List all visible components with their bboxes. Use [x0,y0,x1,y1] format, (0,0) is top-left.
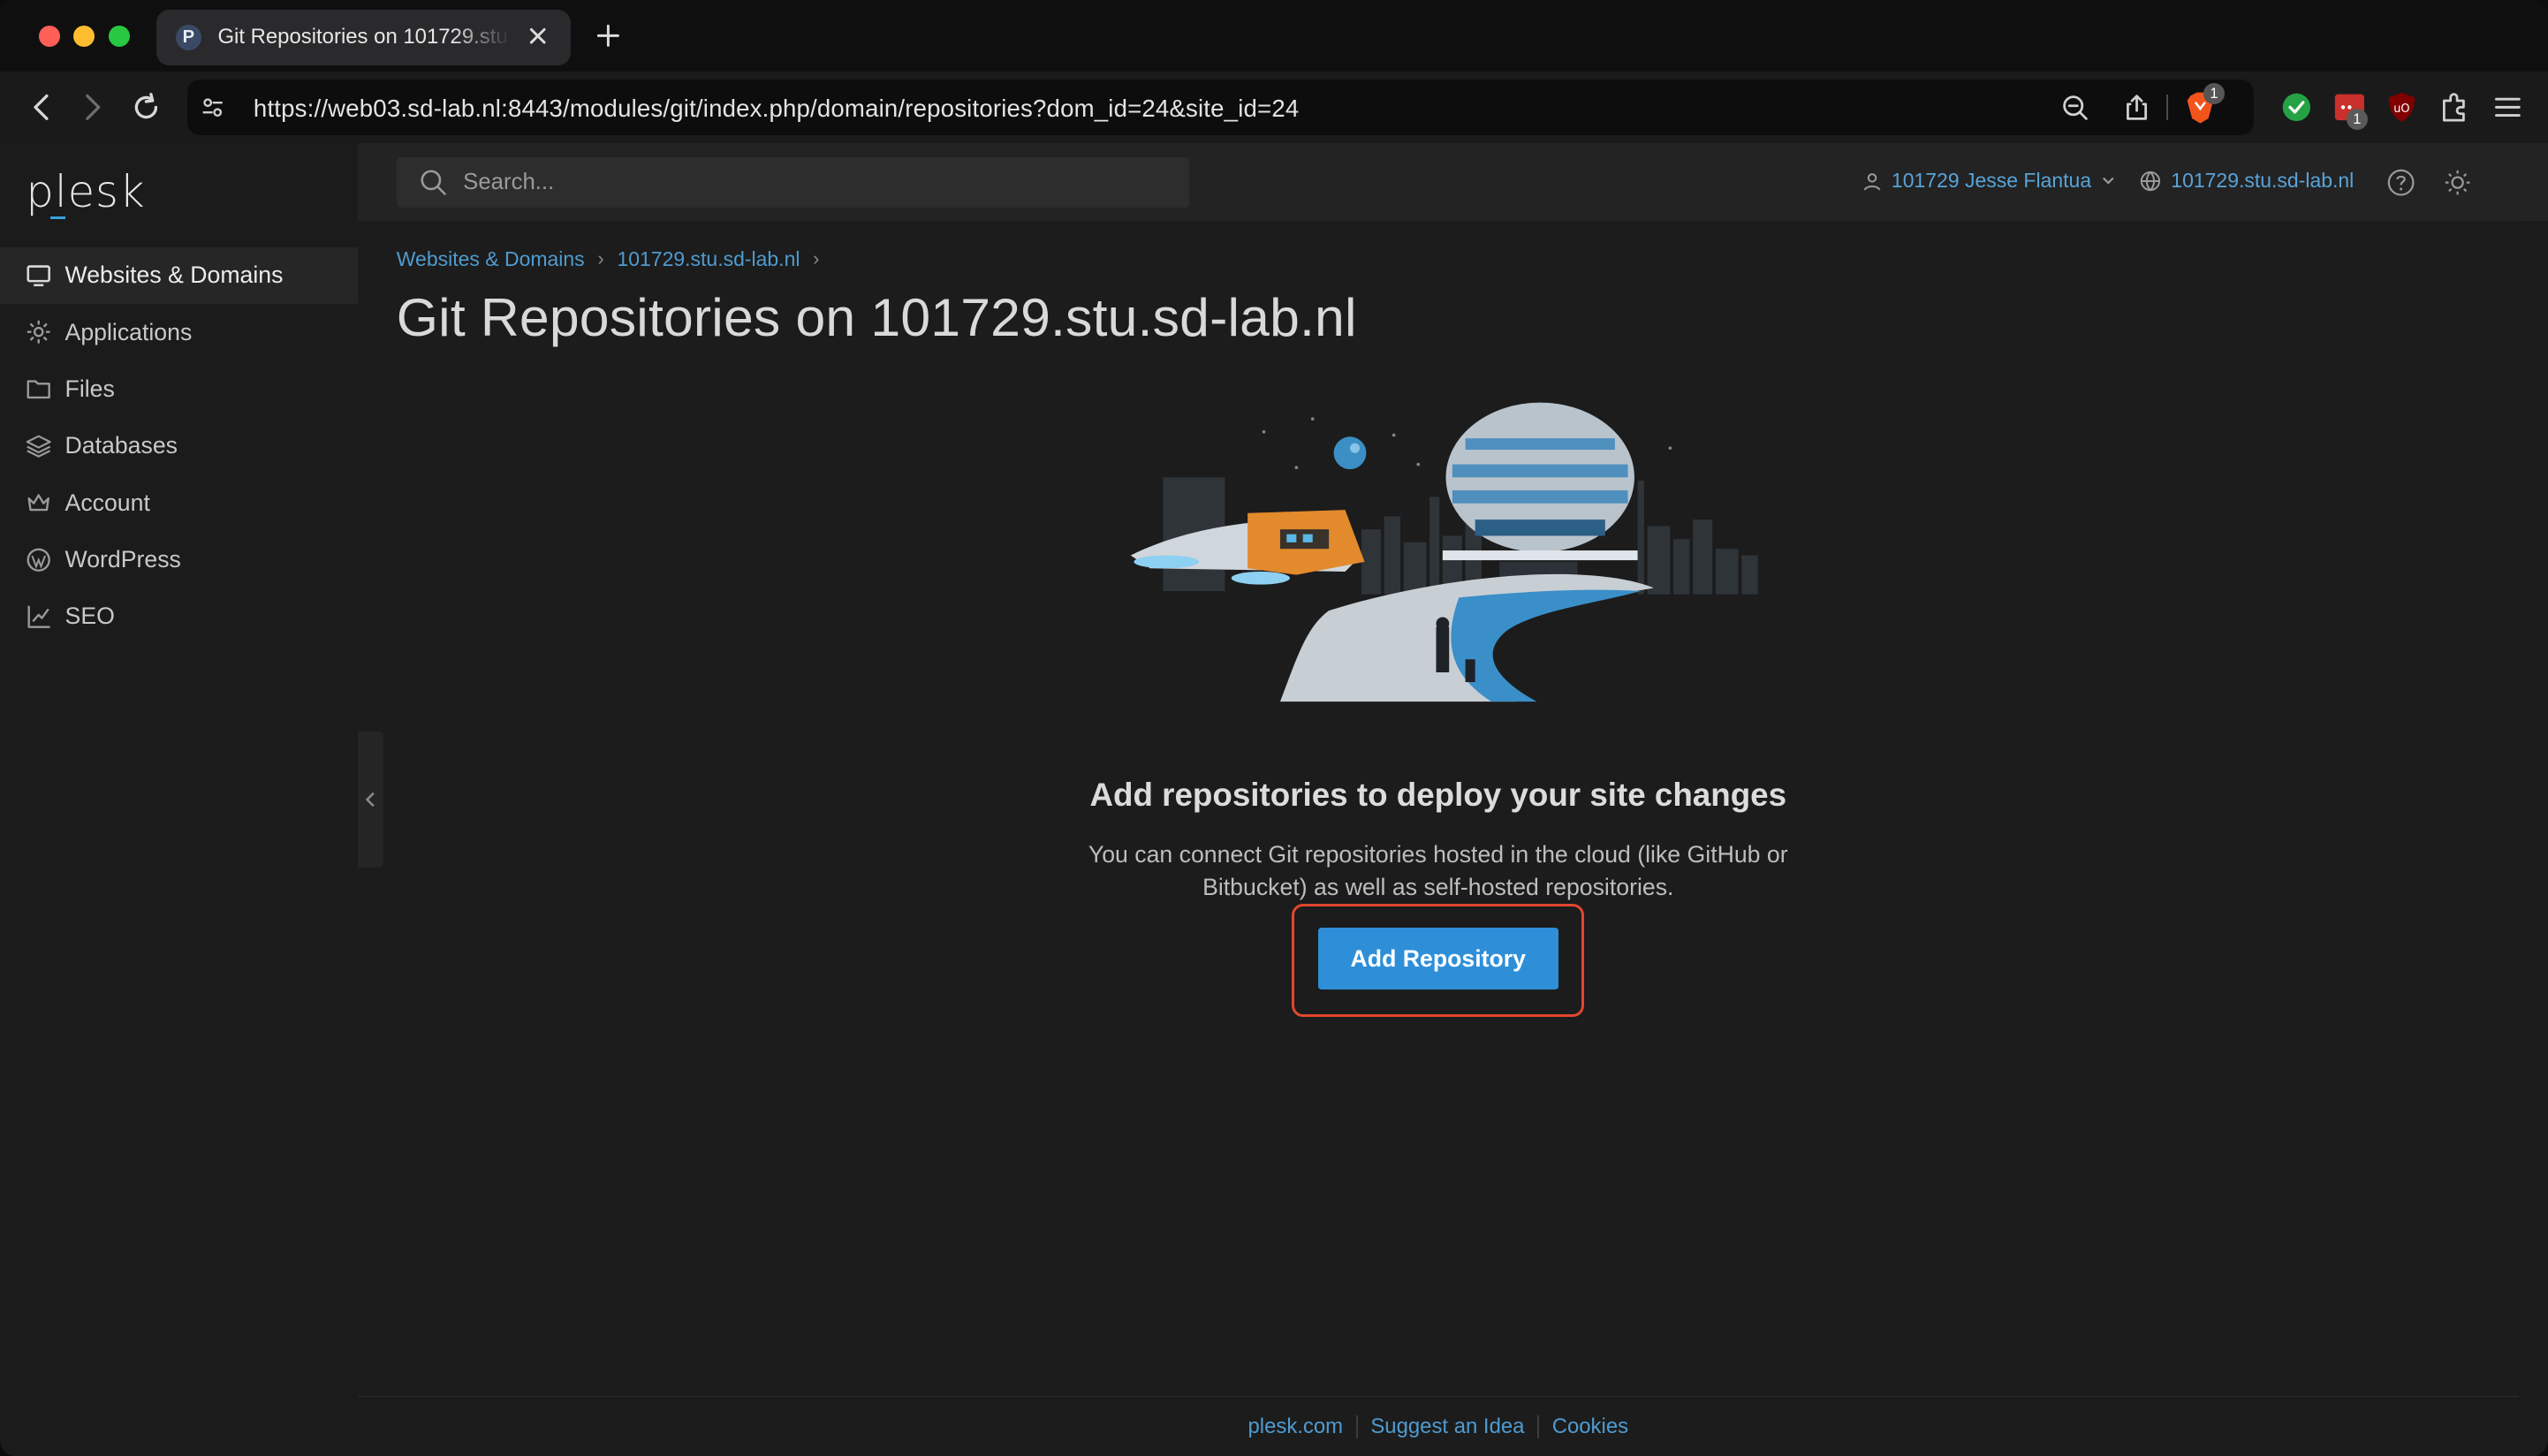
sidebar-item-applications[interactable]: Applications [0,304,358,360]
svg-text:uO: uO [2393,102,2409,116]
main-content: Websites & Domains › 101729.stu.sd-lab.n… [357,221,2519,1456]
address-bar[interactable]: https://web03.sd-lab.nl:8443/modules/git… [186,80,2255,135]
page-footer: plesk.com Suggest an Idea Cookies [357,1395,2519,1456]
sidebar-item-label: Databases [64,432,178,459]
plesk-app: plesk Websites & Domains Applications Fi… [0,142,2548,1456]
sidebar-nav: Websites & Domains Applications Files Da… [0,246,358,646]
layers-icon [27,435,52,458]
breadcrumb-link-websites[interactable]: Websites & Domains [397,247,585,271]
maximize-window-button[interactable] [109,26,131,48]
footer-link-plesk[interactable]: plesk.com [1235,1414,1356,1439]
domain-name: 101729.stu.sd-lab.nl [2171,169,2355,193]
theme-toggle-icon[interactable] [2444,169,2471,196]
extensions-icon[interactable] [2438,91,2470,124]
folder-icon [27,380,51,398]
search-box[interactable] [396,157,1190,209]
crown-icon [27,493,50,511]
site-settings-icon[interactable] [200,95,225,120]
breadcrumb-link-domain[interactable]: 101729.stu.sd-lab.nl [617,247,800,271]
domain-switcher[interactable]: 101729.stu.sd-lab.nl [2140,169,2354,193]
extension-badge: 1 [2346,109,2368,131]
page-title: Git Repositories on 101729.stu.sd-lab.nl [396,286,1357,347]
brave-shields-badge: 1 [2203,82,2225,104]
ublock-origin-icon[interactable]: uO [2385,91,2418,124]
check-extension-icon[interactable] [2280,91,2313,124]
add-repository-button[interactable]: Add Repository [1317,928,1558,990]
logo-accent [50,216,65,220]
search-input[interactable] [459,168,1149,198]
browser-window: P Git Repositories on 101729.stu.sd-lab.… [0,0,2548,1456]
empty-state-description: You can connect Git repositories hosted … [1088,841,1788,900]
gear-icon [27,321,51,344]
user-menu[interactable]: 101729 Jesse Flantua [1862,169,2116,193]
search-icon [421,170,446,196]
chevron-left-icon [365,792,375,808]
wordpress-icon [27,548,51,572]
minimize-window-button[interactable] [72,26,95,48]
sidebar-item-label: Files [64,375,115,402]
plesk-favicon-icon: P [175,24,202,50]
user-icon [1863,172,1881,191]
plesk-logo[interactable]: plesk [26,166,145,217]
back-icon[interactable] [26,91,58,124]
breadcrumb: Websites & Domains › 101729.stu.sd-lab.n… [397,247,832,271]
chart-icon [27,606,51,629]
sidebar-item-label: Account [64,489,150,516]
tab-title: Git Repositories on 101729.stu.sd-lab.nl [217,25,510,49]
sidebar-item-databases[interactable]: Databases [0,418,358,474]
help-icon[interactable] [2387,169,2415,196]
spaceship-city-illustration [1131,403,1759,702]
browser-toolbar: https://web03.sd-lab.nl:8443/modules/git… [0,71,2548,143]
sidebar-item-label: Websites & Domains [64,262,284,289]
footer-link-cookies[interactable]: Cookies [1539,1414,1642,1439]
empty-state-title: Add repositories to deploy your site cha… [1089,777,1787,814]
globe-icon [2141,171,2161,192]
sidebar-item-files[interactable]: Files [0,360,358,417]
forward-icon[interactable] [76,91,109,124]
share-icon[interactable] [2122,93,2151,122]
sidebar-item-seo[interactable]: SEO [0,588,358,645]
reload-icon[interactable] [130,91,163,124]
sidebar-item-label: Applications [64,318,193,345]
new-tab-icon[interactable] [592,19,625,52]
sidebar-item-account[interactable]: Account [0,474,358,531]
zoom-out-icon[interactable] [2060,93,2089,122]
sidebar-item-label: SEO [64,603,115,630]
sidebar-collapse-toggle[interactable] [357,731,384,868]
chevron-down-icon [2103,178,2114,186]
toolbar-divider [2165,94,2168,121]
user-name: 101729 Jesse Flantua [1891,169,2092,193]
sidebar-item-label: WordPress [64,546,181,573]
close-tab-icon[interactable] [525,23,550,49]
tab-bar: P Git Repositories on 101729.stu.sd-lab.… [0,0,2548,72]
chevron-right-icon: › [597,247,604,270]
sidebar-item-websites-domains[interactable]: Websites & Domains [0,246,358,304]
scrollbar[interactable] [2518,221,2548,1456]
footer-link-suggest-idea[interactable]: Suggest an Idea [1358,1414,1538,1439]
close-window-button[interactable] [39,26,61,48]
menu-icon[interactable] [2491,91,2524,124]
sidebar-item-wordpress[interactable]: WordPress [0,531,358,588]
chevron-right-icon: › [813,247,820,270]
sidebar: plesk Websites & Domains Applications Fi… [0,142,358,1456]
browser-tab[interactable]: P Git Repositories on 101729.stu.sd-lab.… [155,10,571,65]
monitor-icon [27,265,51,287]
top-header: 101729 Jesse Flantua 101729.stu.sd-lab.n… [357,142,2548,222]
url-text: https://web03.sd-lab.nl:8443/modules/git… [253,94,1300,122]
